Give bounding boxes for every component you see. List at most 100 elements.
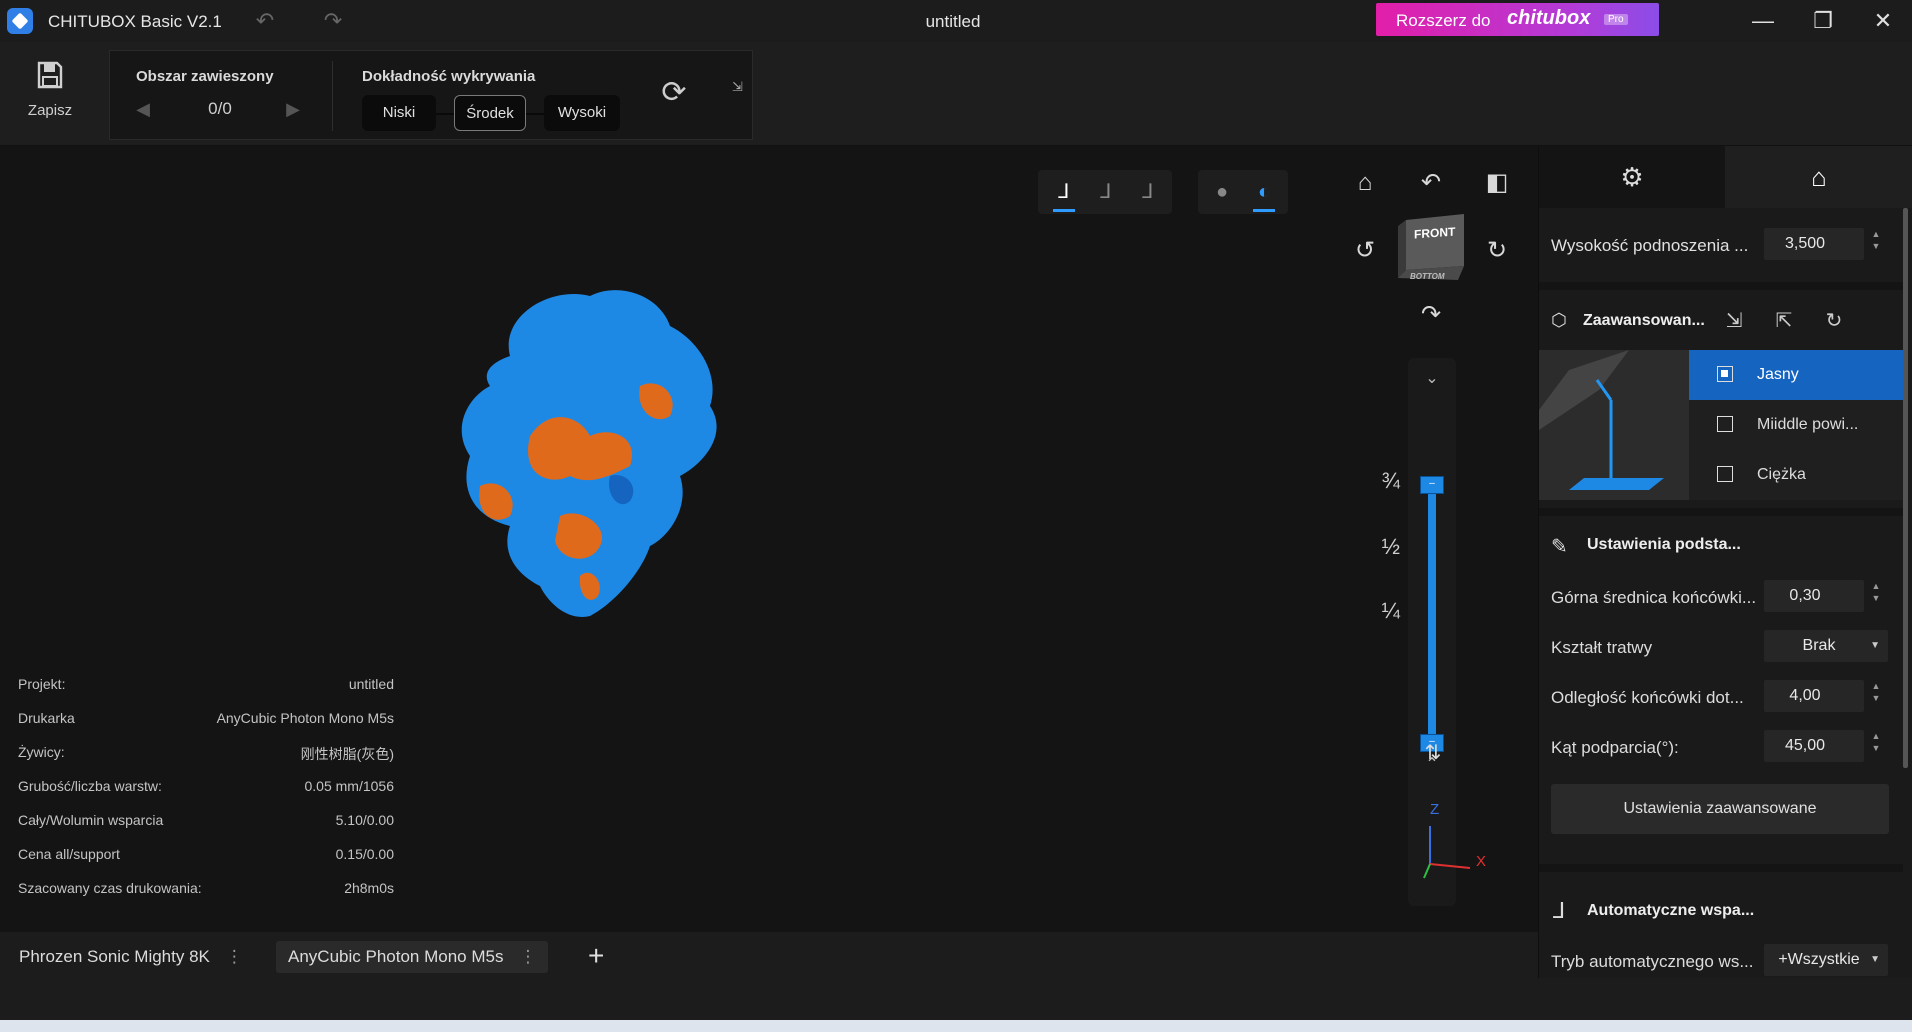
document-title: untitled <box>925 12 981 31</box>
tip-diameter-input[interactable]: 0,30 <box>1764 580 1864 612</box>
project-info: Projekt: untitled Drukarka AnyCubic Photon… <box>18 676 394 914</box>
overhang-count: 0/0 <box>208 99 232 118</box>
pro-badge: Pro <box>1604 14 1628 25</box>
info-row: Drukarka AnyCubic Photon Mono M5s <box>18 710 394 744</box>
close-icon[interactable]: ✕ <box>1862 4 1904 38</box>
lift-height-label: Wysokość podnoszenia ... <box>1551 236 1749 255</box>
platform-icon: ⌂ <box>1811 162 1827 192</box>
info-key: Żywicy: <box>18 744 65 760</box>
rotate-down-icon[interactable]: ↷ <box>1414 298 1448 332</box>
view-cube[interactable]: FRONT BOTTOM <box>1392 208 1472 292</box>
rotate-up-icon[interactable]: ↶ <box>1414 166 1448 200</box>
accuracy-low-button[interactable]: Niski <box>362 95 436 131</box>
info-key: Cały/Wolumin wsparcia <box>18 812 164 828</box>
more-vertical-icon[interactable]: ⋮ <box>519 941 536 973</box>
home-view-icon[interactable]: ⌂ <box>1348 166 1382 200</box>
info-key: Drukarka <box>18 710 75 726</box>
chevron-down-icon: ▼ <box>1870 640 1880 651</box>
tip-distance-input[interactable]: 4,00 <box>1764 680 1864 712</box>
medium-support-icon[interactable]: ⅃ <box>1088 176 1124 208</box>
next-overhang-button[interactable]: ▶ <box>280 96 306 122</box>
cube-bottom-label: BOTTOM <box>1410 272 1445 281</box>
chevron-down-icon[interactable]: ⌄ <box>1422 368 1442 388</box>
render-mode-toolbar: ● ◐ <box>1198 170 1288 214</box>
support-angle-label: Kąt podparcia(°): <box>1551 738 1679 757</box>
printer-tab-active[interactable]: AnyCubic Photon Mono M5s ⋮ <box>276 941 549 973</box>
lift-height-stepper[interactable]: ▲ ▼ <box>1869 228 1883 260</box>
collapse-panel-icon[interactable]: ⇲ <box>732 79 748 95</box>
info-row: Grubość/liczba warstw: 0.05 mm/1056 <box>18 778 394 812</box>
auto-mode-select[interactable]: +Wszystkie ▼ <box>1764 944 1888 976</box>
import-preset-icon[interactable]: ⇲ <box>1719 306 1749 336</box>
info-key: Szacowany czas drukowania: <box>18 880 202 896</box>
refresh-detection-icon[interactable]: ⟳ <box>654 73 694 113</box>
info-row: Cena all/support 0.15/0.00 <box>18 846 394 880</box>
info-value: untitled <box>348 676 394 692</box>
hexagon-settings-icon: ⬡ <box>1551 310 1567 330</box>
info-value: 0.15/0.00 <box>335 846 394 862</box>
advanced-presets-title: Zaawansowan... <box>1583 312 1705 329</box>
support-angle-input[interactable]: 45,00 <box>1764 730 1864 762</box>
swap-layers-icon[interactable]: ⇅ <box>1418 738 1448 768</box>
solid-view-icon[interactable]: ● <box>1204 176 1240 208</box>
divider <box>332 61 333 131</box>
advanced-settings-button[interactable]: Ustawienia zaawansowane <box>1551 784 1889 834</box>
tip-diameter-stepper[interactable]: ▲ ▼ <box>1869 580 1883 612</box>
raft-shape-label: Kształt tratwy <box>1551 638 1653 657</box>
preset-checkbox[interactable] <box>1717 416 1733 432</box>
slider-mark-three-quarters: ¾ <box>1381 468 1400 493</box>
axis-z-label: Z <box>1430 801 1439 818</box>
taskbar-edge <box>0 1020 1912 1032</box>
undo-icon[interactable]: ↶ <box>250 8 280 34</box>
panel-scrollbar[interactable] <box>1903 208 1908 768</box>
printer-tab[interactable]: Phrozen Sonic Mighty 8K ⋮ <box>7 941 255 973</box>
toolbar: Zapisz Obszar zawieszony ◀ 0/0 ▶ Dokładn… <box>0 42 1912 146</box>
light-support-icon[interactable]: ⅃ <box>1046 176 1082 212</box>
preset-label: Miiddle powi... <box>1757 416 1859 433</box>
support-angle-stepper[interactable]: ▲ ▼ <box>1869 730 1883 762</box>
overhang-view-icon[interactable]: ◐ <box>1246 176 1282 212</box>
save-button[interactable]: Zapisz <box>22 60 78 130</box>
chitubox-logo-icon <box>7 8 33 34</box>
auto-support-title: Automatyczne wspa... <box>1587 902 1755 919</box>
preset-medium[interactable]: Miiddle powi... <box>1689 400 1903 450</box>
app-title: CHITUBOX Basic V2.1 <box>48 12 222 31</box>
preset-checkbox[interactable] <box>1717 466 1733 482</box>
chevron-down-icon: ▼ <box>1870 954 1880 965</box>
preset-label: Jasny <box>1757 366 1799 383</box>
section-separator <box>1539 282 1903 290</box>
tip-distance-label: Odległość końcówki dot... <box>1551 688 1744 707</box>
rotate-left-icon[interactable]: ↺ <box>1348 234 1382 268</box>
redo-icon[interactable]: ↷ <box>318 8 348 34</box>
lift-height-input[interactable]: 3,500 <box>1764 228 1864 260</box>
upgrade-pro-button[interactable]: Rozszerz do chitubox Pro <box>1376 3 1659 36</box>
tab-support-settings[interactable]: ⚙ <box>1539 146 1725 208</box>
auto-support-icon: ⅃ <box>1553 898 1566 923</box>
restore-icon[interactable]: ❐ <box>1802 4 1844 38</box>
raft-shape-select[interactable]: Brak ▼ <box>1764 630 1888 662</box>
rotate-right-icon[interactable]: ↻ <box>1480 234 1514 268</box>
3d-viewport[interactable]: ⅃ ⅃ ⅃ ● ◐ ⌂ ↶ ◧ ↺ ↻ ↷ FRONT BOTTOM ⌄ – –… <box>0 146 1538 932</box>
export-preset-icon[interactable]: ⇱ <box>1769 306 1799 336</box>
info-key: Projekt: <box>18 676 66 692</box>
slider-mark-half: ½ <box>1381 534 1400 559</box>
info-value: 0.05 mm/1056 <box>304 778 395 794</box>
preset-light[interactable]: Jasny <box>1689 350 1903 400</box>
preset-heavy[interactable]: Ciężka <box>1689 450 1903 500</box>
chitubox-brand-logo: chitubox <box>1507 7 1591 29</box>
preset-checkbox[interactable] <box>1717 366 1733 382</box>
reset-preset-icon[interactable]: ↻ <box>1819 306 1849 336</box>
iso-view-icon[interactable]: ◧ <box>1480 166 1514 200</box>
tab-platform-settings[interactable]: ⌂ <box>1725 146 1912 208</box>
add-printer-button[interactable]: + <box>588 941 614 973</box>
tip-distance-stepper[interactable]: ▲ ▼ <box>1869 680 1883 712</box>
3d-model[interactable] <box>440 286 760 636</box>
more-vertical-icon[interactable]: ⋮ <box>226 941 243 973</box>
prev-overhang-button[interactable]: ◀ <box>130 96 156 122</box>
minimize-icon[interactable]: — <box>1742 4 1784 38</box>
info-value: 刚性树脂(灰色) <box>300 746 394 762</box>
layer-top-handle[interactable]: – <box>1420 476 1444 494</box>
accuracy-medium-button[interactable]: Środek <box>454 95 526 131</box>
accuracy-high-button[interactable]: Wysoki <box>544 95 620 131</box>
heavy-support-icon[interactable]: ⅃ <box>1130 176 1166 208</box>
